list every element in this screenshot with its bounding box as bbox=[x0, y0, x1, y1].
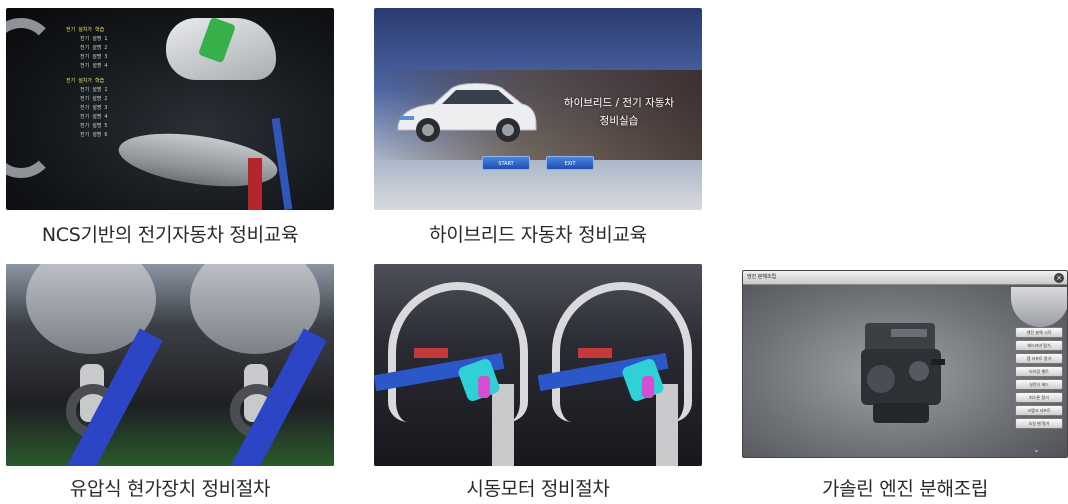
menu-item: 전기 설명 4 bbox=[80, 114, 108, 120]
caption-engine: 가솔린 엔진 분해조립 bbox=[821, 478, 989, 500]
step-button[interactable]: 타이밍 벨트 bbox=[1015, 366, 1063, 377]
screen-title-line1: 하이브리드 / 전기 자동차 bbox=[563, 97, 675, 109]
screen-title-line2: 정비실습 bbox=[599, 115, 639, 127]
vr-magenta-part bbox=[642, 376, 654, 398]
caption-suspension: 유압식 현가장치 정비절차 bbox=[69, 478, 271, 500]
step-button[interactable]: 오일 팬 탈거 bbox=[1015, 418, 1063, 429]
vr-right-eye bbox=[170, 264, 334, 466]
exit-button[interactable]: EXIT bbox=[546, 156, 594, 170]
vr-red-part bbox=[414, 348, 448, 358]
step-button[interactable]: 크랭크 샤프트 bbox=[1015, 405, 1063, 416]
menu-item: 전기 설명 3 bbox=[80, 105, 108, 111]
chevron-down-icon[interactable]: ⌄ bbox=[1033, 445, 1040, 454]
car-illustration bbox=[397, 83, 537, 142]
menu-item: 전기 설명 2 bbox=[80, 96, 108, 102]
starter-motor-procedure-image bbox=[374, 264, 702, 466]
window-title: 엔진 분해조립 bbox=[747, 274, 777, 280]
vr-right-eye bbox=[538, 264, 702, 466]
vr-left-eye bbox=[6, 264, 170, 466]
vr-left-eye bbox=[374, 264, 538, 466]
step-button[interactable]: 피스톤 탈거 bbox=[1015, 392, 1063, 403]
menu-item: 전기 설명 1 bbox=[80, 36, 108, 42]
suspension-procedure-image bbox=[6, 264, 334, 466]
menu-header: 전기 설치가 학습 bbox=[66, 27, 105, 33]
menu-header: 전기 설치가 학습 bbox=[66, 78, 105, 84]
menu-item: 전기 설명 1 bbox=[80, 87, 108, 93]
vr-pillar bbox=[492, 384, 514, 466]
engine-disassembly-window: 엔진 분해조립 × 엔진 분해 시작 헤드커버 탈거 캠 샤프트 탈거 타이밍 … bbox=[742, 270, 1068, 458]
vr-magenta-part bbox=[478, 376, 490, 398]
menu-item: 전기 설명 2 bbox=[80, 45, 108, 51]
vr-red-cable bbox=[248, 158, 262, 210]
menu-item: 전기 설명 3 bbox=[80, 54, 108, 60]
close-icon[interactable]: × bbox=[1054, 273, 1064, 283]
vr-menu-panel: 전기 설치가 학습 전기 설명 1 전기 설명 2 전기 설명 3 전기 설명 … bbox=[66, 26, 216, 140]
step-button[interactable]: 실린더 헤드 bbox=[1015, 379, 1063, 390]
start-button[interactable]: START bbox=[482, 156, 530, 170]
vr-red-part bbox=[578, 348, 612, 358]
step-button-panel: 엔진 분해 시작 헤드커버 탈거 캠 샤프트 탈거 타이밍 벨트 실린더 헤드 … bbox=[1015, 327, 1063, 431]
engine-model bbox=[861, 323, 945, 423]
step-button[interactable]: 헤드커버 탈거 bbox=[1015, 340, 1063, 351]
step-button[interactable]: 엔진 분해 시작 bbox=[1015, 327, 1063, 338]
caption-starter-motor: 시동모터 정비절차 bbox=[466, 478, 610, 500]
step-button[interactable]: 캠 샤프트 탈거 bbox=[1015, 353, 1063, 364]
ncs-ev-training-image: 전기 설치가 학습 전기 설명 1 전기 설명 2 전기 설명 3 전기 설명 … bbox=[6, 8, 334, 210]
caption-hybrid: 하이브리드 자동차 정비교육 bbox=[429, 224, 647, 246]
menu-item: 전기 설명 4 bbox=[80, 63, 108, 69]
screen-title: 하이브리드 / 전기 자동차 정비실습 bbox=[539, 94, 699, 130]
hybrid-training-image: 하이브리드 / 전기 자동차 정비실습 START EXIT bbox=[374, 8, 702, 210]
vr-pillar bbox=[656, 384, 678, 466]
menu-item: 전기 설명 5 bbox=[80, 123, 108, 129]
caption-ncs-ev: NCS기반의 전기자동차 정비교육 bbox=[41, 224, 299, 246]
rotate-view-control[interactable] bbox=[1011, 287, 1067, 327]
vr-hook-shape bbox=[6, 18, 56, 178]
window-titlebar: 엔진 분해조립 × bbox=[743, 271, 1067, 285]
